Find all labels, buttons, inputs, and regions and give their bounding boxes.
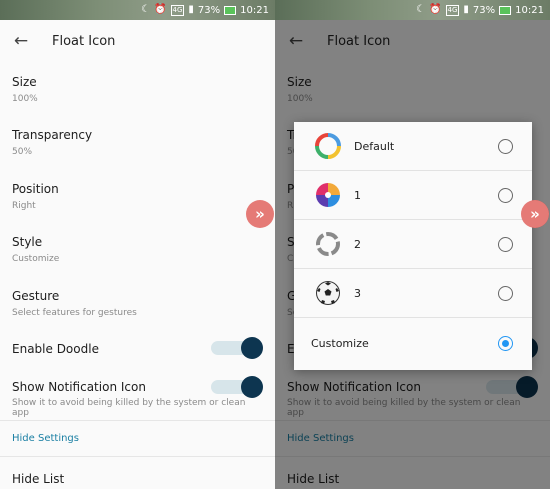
status-bar: ☾ ⏰ 4G ▮ 73% 10:21 xyxy=(275,0,550,20)
setting-size[interactable]: Size 100% xyxy=(12,75,38,104)
show-notification-toggle[interactable] xyxy=(211,376,263,398)
double-chevron-right-icon: » xyxy=(255,205,265,223)
setting-transparency-value: 50% xyxy=(12,147,33,157)
battery-percent: 73% xyxy=(472,4,496,16)
network-type: 4G xyxy=(170,4,185,16)
alarm-icon: ⏰ xyxy=(429,4,442,15)
back-arrow-icon[interactable]: ← xyxy=(0,20,42,62)
setting-position-value: Right xyxy=(12,201,36,211)
style-option-3[interactable]: 3 xyxy=(294,269,532,318)
style-option-label: Default xyxy=(354,139,395,153)
setting-gesture[interactable]: Gesture Select features for gestures xyxy=(12,289,137,318)
section-divider xyxy=(0,420,275,421)
setting-hide-list[interactable]: Hide List xyxy=(12,472,64,486)
radio-button[interactable] xyxy=(498,286,513,301)
style-option-label: Customize xyxy=(311,337,369,350)
signal-icon: ▮ xyxy=(188,4,194,15)
float-icon-button[interactable]: » xyxy=(521,200,549,228)
setting-style-value: Customize xyxy=(12,254,60,264)
battery-icon xyxy=(499,5,512,15)
setting-transparency[interactable]: Transparency 50% xyxy=(12,128,92,157)
moon-icon: ☾ xyxy=(416,4,426,15)
style-option-2[interactable]: 2 xyxy=(294,220,532,269)
radio-button[interactable] xyxy=(498,188,513,203)
hide-settings-link[interactable]: Hide Settings xyxy=(12,433,79,444)
section-divider xyxy=(0,456,275,457)
app-bar: ← Float Icon xyxy=(0,20,275,62)
status-bar: ☾ ⏰ 4G ▮ 73% 10:21 xyxy=(0,0,275,20)
style-dialog: Default 1 2 3 Customize xyxy=(294,122,532,370)
clock: 10:21 xyxy=(240,4,269,16)
setting-size-title: Size xyxy=(12,75,37,89)
network-type: 4G xyxy=(445,4,460,16)
setting-position[interactable]: Position Right xyxy=(12,182,59,211)
toggle-knob xyxy=(241,337,263,359)
setting-style[interactable]: Style Customize xyxy=(12,235,59,264)
double-chevron-right-icon: » xyxy=(530,205,540,223)
battery-percent: 73% xyxy=(197,4,221,16)
clock: 10:21 xyxy=(515,4,544,16)
setting-gesture-value: Select features for gestures xyxy=(12,308,137,318)
setting-show-notification-icon: Show Notification Icon Show it to avoid … xyxy=(12,376,263,418)
enable-doodle-toggle[interactable] xyxy=(211,337,263,359)
style-dialog-screen: ☾ ⏰ 4G ▮ 73% 10:21 ← Float Icon Size 100… xyxy=(275,0,550,489)
radio-button[interactable] xyxy=(498,237,513,252)
setting-style-title: Style xyxy=(12,235,43,249)
style-option-label: 1 xyxy=(354,188,361,202)
grey-ring-icon xyxy=(316,232,340,256)
style-option-default[interactable]: Default xyxy=(294,122,532,171)
battery-icon xyxy=(224,5,237,15)
style-option-customize[interactable]: Customize xyxy=(294,319,532,368)
page-title: Float Icon xyxy=(52,33,116,49)
moon-icon: ☾ xyxy=(141,4,151,15)
settings-screen: ☾ ⏰ 4G ▮ 73% 10:21 ← Float Icon Size 100… xyxy=(0,0,275,489)
float-icon-button[interactable]: » xyxy=(246,200,274,228)
setting-gesture-title: Gesture xyxy=(12,289,60,303)
radio-button[interactable] xyxy=(498,139,513,154)
setting-enable-doodle: Enable Doodle xyxy=(12,337,263,365)
setting-size-value: 100% xyxy=(12,94,38,104)
soccer-ball-icon xyxy=(316,281,340,305)
color-pie-icon xyxy=(316,183,340,207)
alarm-icon: ⏰ xyxy=(154,4,167,15)
signal-icon: ▮ xyxy=(463,4,469,15)
style-option-label: 3 xyxy=(354,286,361,300)
toggle-knob xyxy=(241,376,263,398)
setting-transparency-title: Transparency xyxy=(12,128,93,142)
radio-button-selected[interactable] xyxy=(498,336,513,351)
style-option-1[interactable]: 1 xyxy=(294,171,532,220)
setting-notification-subtitle: Show it to avoid being killed by the sys… xyxy=(12,398,246,418)
style-option-label: 2 xyxy=(354,237,361,251)
default-ring-icon xyxy=(315,133,341,159)
setting-position-title: Position xyxy=(12,182,59,196)
